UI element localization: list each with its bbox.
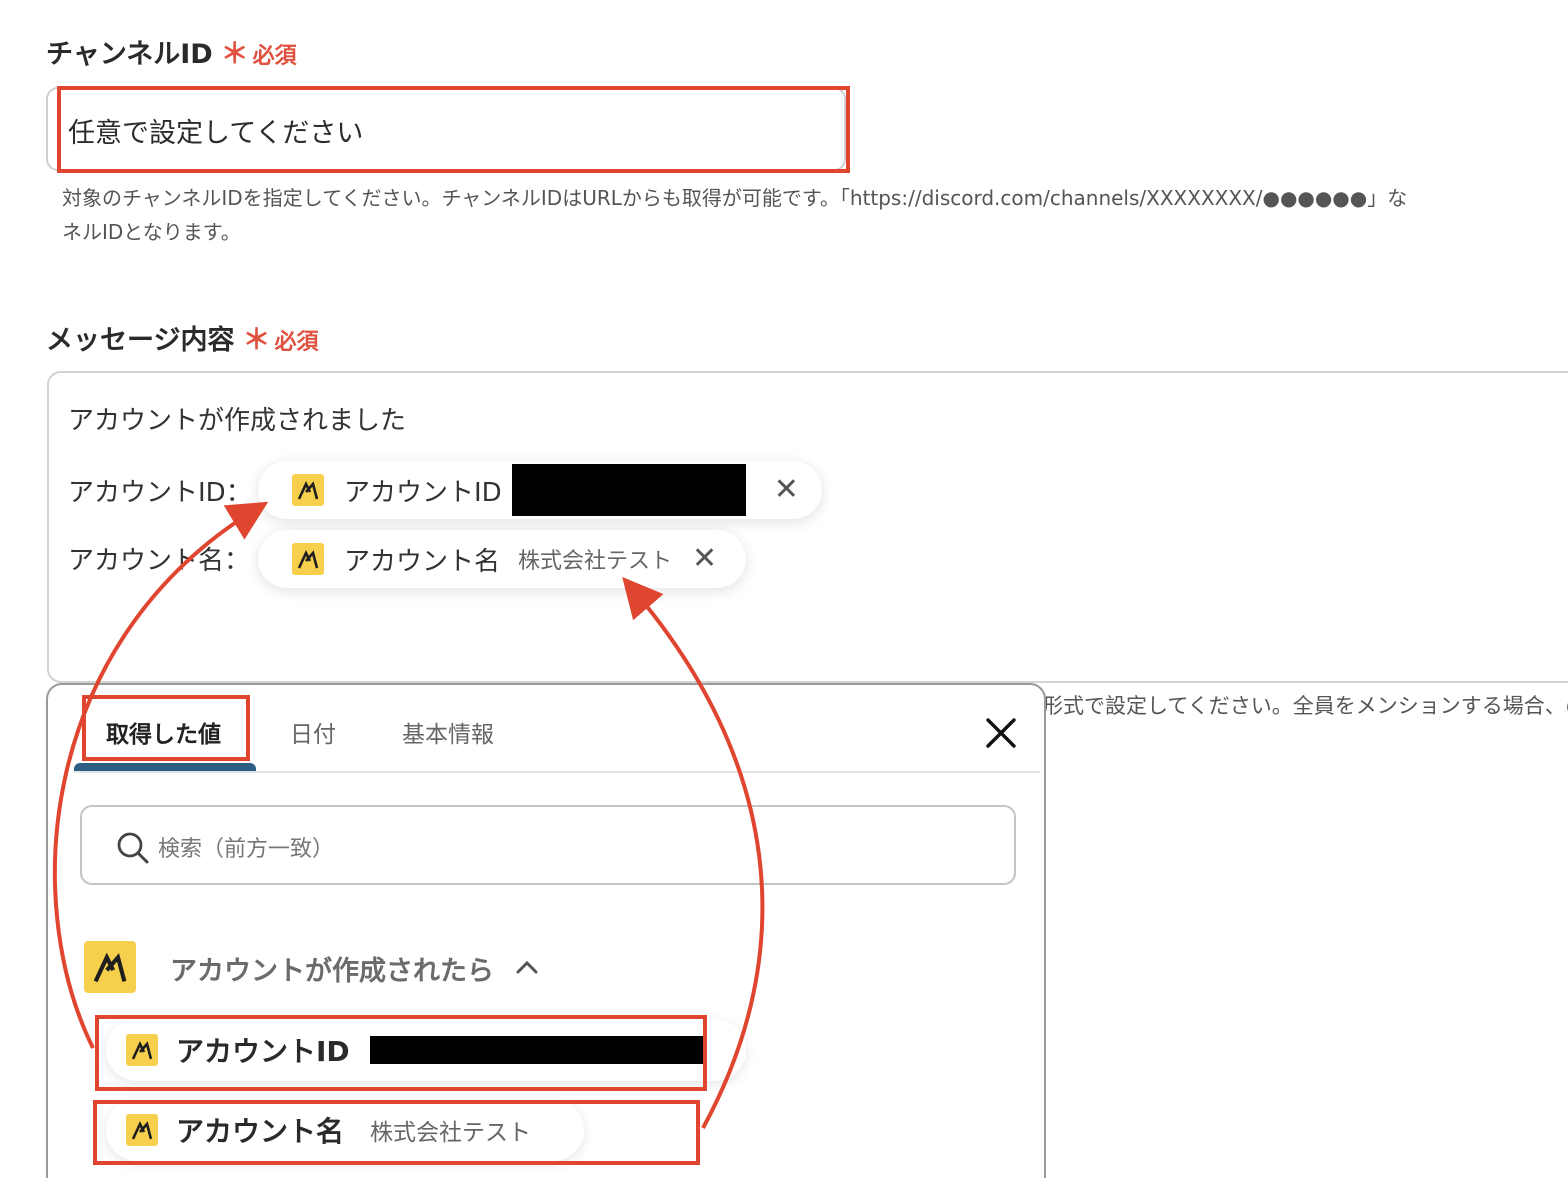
channel-id-input[interactable]: 任意で設定してください bbox=[46, 87, 846, 171]
variable-item-label: アカウント名 bbox=[176, 1115, 345, 1148]
chip-label: アカウントID bbox=[344, 477, 502, 508]
remove-chip-icon[interactable]: ✕ bbox=[774, 475, 799, 505]
search-placeholder: 検索（前方一致） bbox=[158, 837, 335, 862]
message-label: メッセージ内容＊必須 bbox=[46, 323, 319, 356]
variable-item-label: アカウントID bbox=[176, 1035, 350, 1068]
required-text: 必須 bbox=[252, 44, 297, 69]
app-logo-icon bbox=[292, 474, 324, 506]
account-name-chip[interactable]: アカウント名 株式会社テスト ✕ bbox=[258, 530, 746, 588]
channel-id-label: チャンネルID ＊必須 bbox=[46, 37, 297, 70]
required-mark: ＊ bbox=[242, 323, 271, 356]
required-text: 必須 bbox=[274, 330, 319, 355]
required-mark: ＊ bbox=[220, 37, 249, 70]
tab-basic-info[interactable]: 基本情報 bbox=[402, 715, 494, 749]
chevron-up-icon[interactable] bbox=[514, 957, 540, 977]
app-logo-icon bbox=[126, 1034, 158, 1066]
message-help: 形式で設定してください。全員をメンションする場合、@ bbox=[1042, 694, 1568, 718]
variable-item-value-redacted bbox=[369, 1036, 704, 1064]
message-line2-prefix: アカウントID： bbox=[68, 478, 252, 508]
chip-value-redacted bbox=[511, 464, 746, 516]
tab-date[interactable]: 日付 bbox=[290, 715, 336, 749]
trigger-group-title[interactable]: アカウントが作成されたら bbox=[170, 949, 494, 988]
app-logo-icon bbox=[126, 1114, 158, 1146]
active-tab-indicator bbox=[74, 763, 256, 771]
message-line3-prefix: アカウント名： bbox=[68, 546, 251, 576]
chip-value: 株式会社テスト bbox=[518, 549, 673, 574]
close-icon[interactable] bbox=[983, 715, 1019, 751]
channel-id-value: 任意で設定してください bbox=[68, 118, 364, 149]
tab-acquired-values[interactable]: 取得した値 bbox=[106, 715, 221, 749]
variable-item-account-id[interactable]: アカウントID bbox=[106, 1019, 746, 1081]
variable-item-account-name[interactable]: アカウント名 株式会社テスト bbox=[106, 1099, 584, 1161]
variable-item-value: 株式会社テスト bbox=[370, 1120, 532, 1146]
search-input[interactable]: 検索（前方一致） bbox=[80, 805, 1016, 885]
channel-id-help-line2: ネルIDとなります。 bbox=[62, 220, 241, 244]
channel-id-help-line1: 対象のチャンネルIDを指定してください。チャンネルIDはURLからも取得が可能で… bbox=[62, 186, 1408, 210]
message-line1: アカウントが作成されました bbox=[68, 406, 407, 436]
chip-label: アカウント名 bbox=[344, 546, 501, 577]
app-logo-icon bbox=[84, 941, 136, 993]
variable-picker-popup: 取得した値 日付 基本情報 検索（前方一致） アカウントが作成されたら アカウン… bbox=[46, 683, 1046, 1178]
tab-divider bbox=[74, 771, 1040, 773]
remove-chip-icon[interactable]: ✕ bbox=[692, 544, 717, 574]
search-icon bbox=[117, 832, 149, 864]
app-logo-icon bbox=[292, 543, 324, 575]
account-id-chip[interactable]: アカウントID ✕ bbox=[258, 461, 822, 519]
